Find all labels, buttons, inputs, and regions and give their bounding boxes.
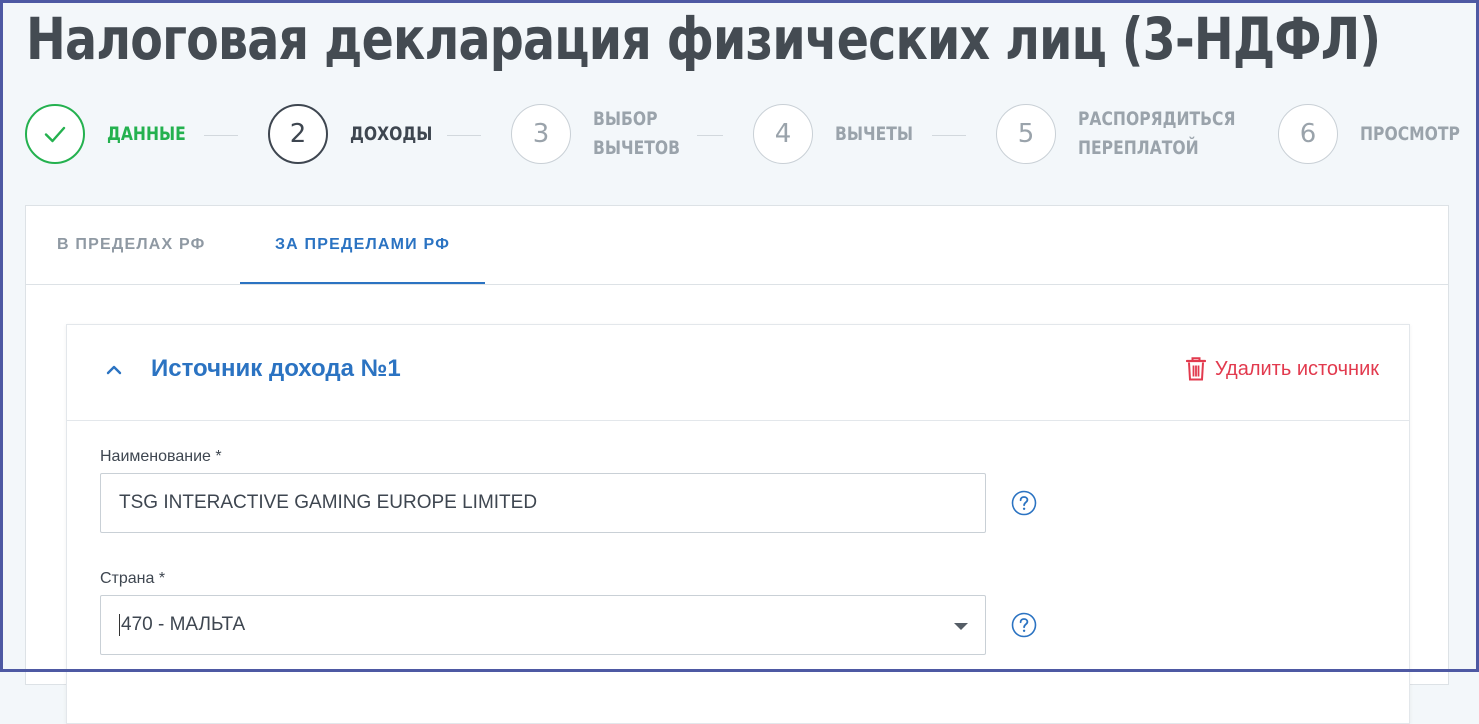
income-source-panel: Источник дохода №1 Удалить источник Наим…	[66, 324, 1410, 724]
income-card: В ПРЕДЕЛАХ РФ ЗА ПРЕДЕЛАМИ РФ Источник д…	[25, 205, 1449, 724]
step-data[interactable]: ДАННЫЕ	[25, 104, 203, 164]
step-separator	[697, 135, 723, 136]
income-source-title[interactable]: Источник дохода №1	[151, 355, 401, 383]
step-circle: 5	[996, 104, 1056, 164]
step-circle: 6	[1278, 104, 1338, 164]
caret-down-icon[interactable]	[954, 623, 968, 630]
name-input-value: TSG INTERACTIVE GAMING EUROPE LIMITED	[119, 492, 538, 513]
tab-bar: В ПРЕДЕЛАХ РФ ЗА ПРЕДЕЛАМИ РФ	[26, 206, 1448, 285]
step-label: ПРОСМОТР	[1360, 122, 1460, 145]
page-title: Налоговая декларация физических лиц (3-Н…	[26, 5, 1381, 73]
step-label: ВЫБОР ВЫЧЕТОВ	[593, 108, 681, 159]
name-field-label: Наименование *	[100, 448, 222, 465]
trash-icon	[1185, 357, 1206, 381]
step-label: ДОХОДЫ	[350, 122, 433, 145]
delete-source-button[interactable]: Удалить источник	[1185, 357, 1379, 381]
tab-within-rf[interactable]: В ПРЕДЕЛАХ РФ	[57, 206, 206, 284]
stepper: ДАННЫЕ 2 ДОХОДЫ 3 ВЫБОР ВЫЧЕТОВ 4 ВЫЧЕТЫ …	[0, 104, 1479, 170]
step-label: РАСПОРЯДИТЬСЯ ПЕРЕПЛАТОЙ	[1078, 108, 1236, 159]
check-icon	[44, 126, 66, 143]
step-label: ДАННЫЕ	[107, 122, 186, 145]
tab-outside-rf[interactable]: ЗА ПРЕДЕЛАМИ РФ	[240, 206, 485, 284]
step-circle	[25, 104, 85, 164]
text-cursor	[119, 613, 120, 636]
step-deductions[interactable]: 4 ВЫЧЕТЫ	[753, 104, 930, 164]
step-separator	[204, 135, 238, 136]
country-select-value: 470 - МАЛЬТА	[121, 614, 246, 635]
step-circle: 2	[268, 104, 328, 164]
country-field-label: Страна *	[100, 570, 166, 587]
country-select[interactable]: 470 - МАЛЬТА	[100, 595, 986, 655]
step-deduction-choice[interactable]: 3 ВЫБОР ВЫЧЕТОВ	[511, 104, 699, 164]
step-label: ВЫЧЕТЫ	[835, 122, 914, 145]
chevron-up-icon[interactable]	[105, 361, 123, 379]
step-overpayment[interactable]: 5 РАСПОРЯДИТЬСЯ ПЕРЕПЛАТОЙ	[996, 104, 1270, 164]
income-source-header: Источник дохода №1 Удалить источник	[67, 325, 1409, 421]
step-incomes[interactable]: 2 ДОХОДЫ	[268, 104, 450, 164]
delete-source-label: Удалить источник	[1214, 357, 1379, 380]
step-circle: 3	[511, 104, 571, 164]
step-circle: 4	[753, 104, 813, 164]
step-separator	[932, 135, 966, 136]
question-circle-icon[interactable]	[1011, 612, 1037, 638]
name-input[interactable]: TSG INTERACTIVE GAMING EUROPE LIMITED	[100, 473, 986, 533]
step-separator	[447, 135, 481, 136]
question-circle-icon[interactable]	[1011, 490, 1037, 516]
step-review[interactable]: 6 ПРОСМОТР	[1278, 104, 1479, 164]
